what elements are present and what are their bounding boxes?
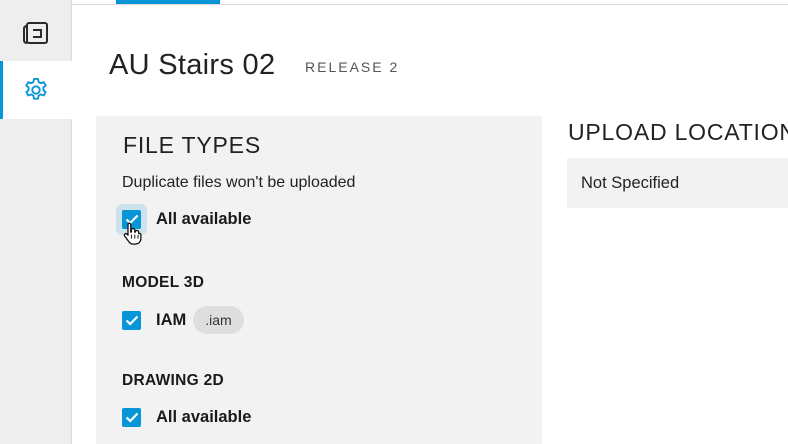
drawing-all-available-label: All available: [156, 408, 252, 426]
file-types-title: FILE TYPES: [123, 132, 261, 158]
checkmark-icon: [125, 412, 138, 423]
upload-location-field[interactable]: Not Specified: [567, 158, 788, 208]
duplicate-files-note: Duplicate files won't be uploaded: [122, 174, 356, 191]
sidebar-item-settings[interactable]: [0, 61, 72, 119]
drawing-all-available-row[interactable]: All available: [122, 408, 251, 427]
iam-extension-chip: .iam: [193, 306, 244, 334]
top-tab-indicator[interactable]: [116, 0, 220, 4]
page-title: AU Stairs 02: [109, 49, 276, 81]
gear-icon: [25, 77, 47, 100]
top-divider: [72, 4, 788, 5]
all-available-label: All available: [156, 210, 252, 228]
iam-row[interactable]: IAM .iam: [122, 306, 244, 334]
app-window: AU Stairs 02 RELEASE 2 FILE TYPES Duplic…: [0, 0, 788, 444]
upload-location-value: Not Specified: [581, 174, 680, 192]
drawing-sheet-icon: [22, 22, 48, 44]
sidebar: [0, 0, 72, 444]
hand-cursor-icon: [123, 222, 142, 245]
drawing-all-available-checkbox[interactable]: [122, 408, 141, 427]
release-label: RELEASE 2: [305, 59, 400, 75]
model-3d-heading: MODEL 3D: [122, 274, 205, 291]
iam-checkbox[interactable]: [122, 310, 141, 330]
sidebar-item-sheets[interactable]: [0, 4, 71, 62]
file-types-panel: FILE TYPES Duplicate files won't be uplo…: [96, 116, 542, 444]
checkmark-icon: [125, 315, 138, 326]
iam-label: IAM: [156, 310, 187, 329]
drawing-2d-heading: DRAWING 2D: [122, 372, 225, 389]
upload-location-title: UPLOAD LOCATION: [568, 119, 788, 145]
